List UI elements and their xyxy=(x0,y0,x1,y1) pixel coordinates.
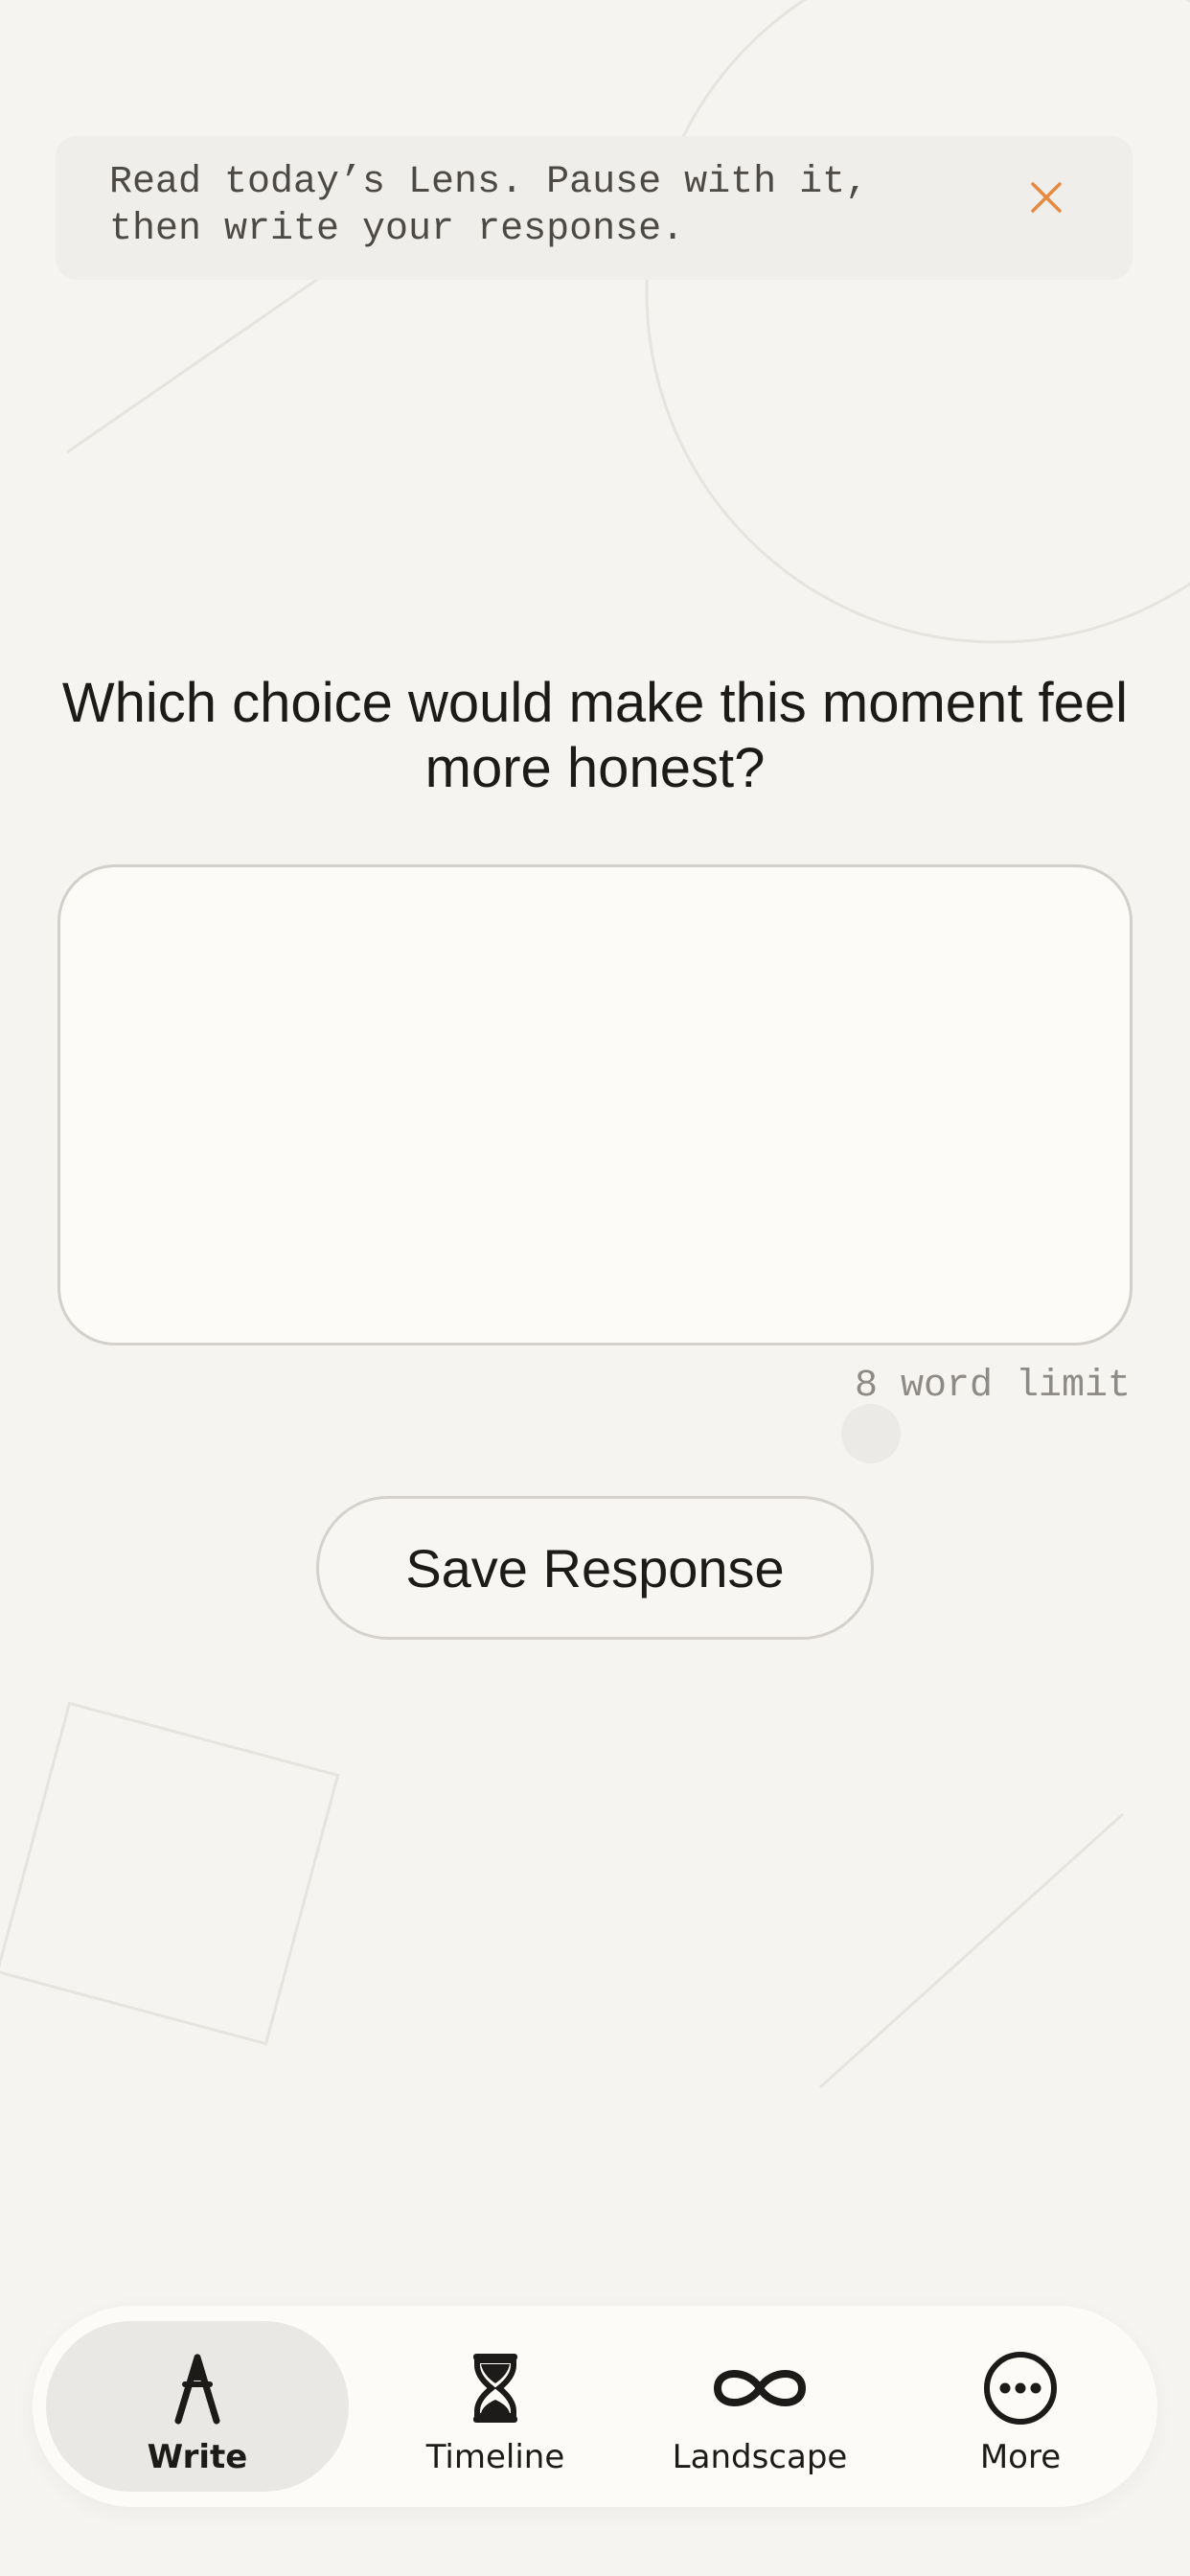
compass-icon xyxy=(174,2354,220,2425)
response-input[interactable] xyxy=(57,864,1133,1346)
tab-write[interactable]: Write xyxy=(46,2321,349,2492)
banner-message: Read today’s Lens. Pause with it, then w… xyxy=(109,161,869,251)
infinity-icon xyxy=(713,2370,807,2406)
tab-timeline-label: Timeline xyxy=(425,2438,565,2476)
tab-more-label: More xyxy=(979,2438,1062,2476)
instruction-banner: Read today’s Lens. Pause with it, then w… xyxy=(56,136,1133,280)
tab-write-label: Write xyxy=(147,2438,248,2476)
bottom-tab-bar: Write Timeline Landscape More xyxy=(33,2306,1157,2507)
tab-timeline[interactable]: Timeline xyxy=(360,2321,630,2492)
tab-more[interactable]: More xyxy=(895,2321,1146,2492)
banner-close-button[interactable] xyxy=(1008,167,1085,228)
more-icon xyxy=(984,2352,1057,2425)
close-icon xyxy=(1031,182,1062,213)
tab-landscape[interactable]: Landscape xyxy=(630,2321,889,2492)
tab-landscape-label: Landscape xyxy=(672,2438,848,2476)
save-response-button[interactable]: Save Response xyxy=(316,1496,874,1640)
hourglass-icon xyxy=(473,2354,517,2423)
word-limit-label: 8 word limit xyxy=(854,1365,1131,1408)
prompt-question: Which choice would make this moment feel… xyxy=(61,672,1129,799)
